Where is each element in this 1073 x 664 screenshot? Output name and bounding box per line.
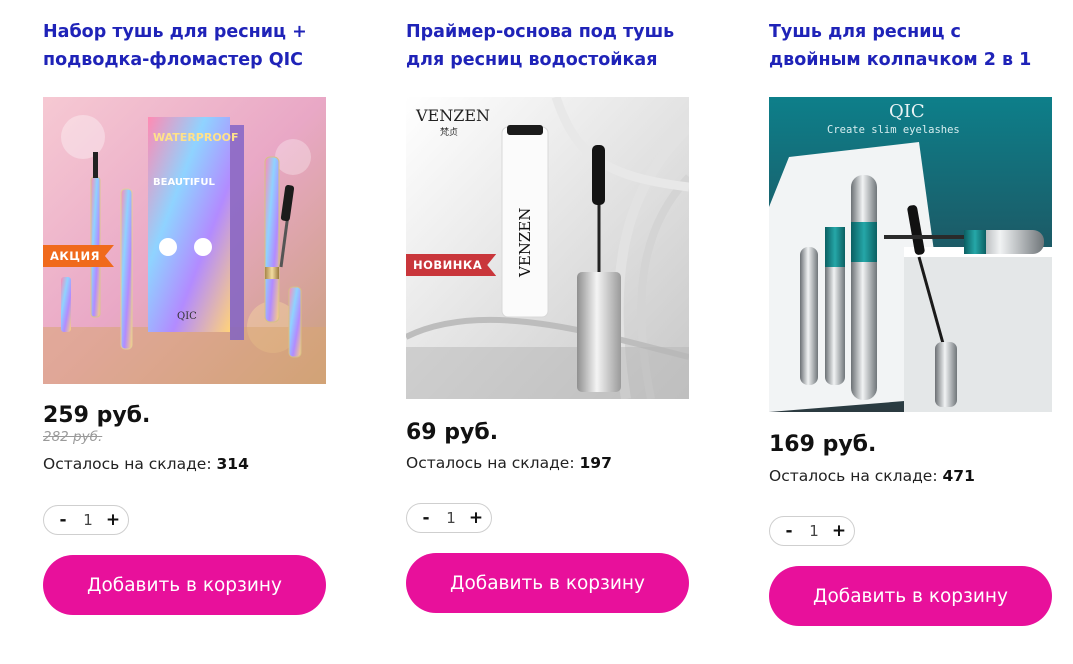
quantity-stepper: - + [769, 516, 855, 546]
stock-value: 471 [942, 467, 975, 485]
product-title[interactable]: Набор тушь для ресниц + подводка-фломаст… [43, 18, 343, 74]
increase-button[interactable]: + [104, 506, 122, 534]
quantity-stepper: - + [43, 505, 129, 535]
box-text: WATERPROOF [153, 131, 239, 144]
price: 69 руб. [406, 420, 499, 445]
svg-text:Create slim eyelashes: Create slim eyelashes [827, 124, 960, 136]
stock-label: Осталось на складе: [43, 455, 212, 473]
price: 169 руб. [769, 432, 877, 457]
quantity-input[interactable] [802, 522, 826, 540]
stock-info: Осталось на складе: 471 [769, 467, 975, 485]
svg-text:BEAUTIFUL: BEAUTIFUL [153, 177, 215, 188]
product-title[interactable]: Тушь для ресниц с двойным колпачком 2 в … [769, 18, 1069, 74]
increase-button[interactable]: + [467, 504, 485, 532]
decrease-button[interactable]: - [417, 504, 435, 532]
svg-text:VENZEN: VENZEN [415, 106, 490, 125]
svg-text:梵贞: 梵贞 [440, 126, 458, 138]
stock-info: Осталось на складе: 197 [406, 454, 612, 472]
stock-label: Осталось на складе: [406, 454, 575, 472]
quantity-input[interactable] [76, 511, 100, 529]
product-title[interactable]: Праймер-основа под тушь для ресниц водос… [406, 18, 706, 74]
product-image[interactable]: VENZEN 梵贞 VENZEN НОВИНКА [406, 97, 689, 399]
product-image[interactable]: QIC Create slim eyelashes [769, 97, 1052, 412]
product-image[interactable]: WATERPROOF BEAUTIFUL QIC АКЦИЯ [43, 97, 326, 384]
stock-info: Осталось на складе: 314 [43, 455, 249, 473]
quantity-input[interactable] [439, 509, 463, 527]
price: 259 руб. [43, 403, 151, 428]
increase-button[interactable]: + [830, 517, 848, 545]
stock-value: 197 [579, 454, 612, 472]
add-to-cart-button[interactable]: Добавить в корзину [769, 566, 1052, 626]
stock-value: 314 [216, 455, 249, 473]
new-badge: НОВИНКА [406, 254, 496, 276]
svg-text:QIC: QIC [177, 311, 197, 322]
svg-text:VENZEN: VENZEN [516, 208, 534, 278]
svg-text:QIC: QIC [889, 101, 925, 122]
quantity-stepper: - + [406, 503, 492, 533]
decrease-button[interactable]: - [780, 517, 798, 545]
add-to-cart-button[interactable]: Добавить в корзину [43, 555, 326, 615]
old-price: 282 руб. [43, 429, 103, 445]
stock-label: Осталось на складе: [769, 467, 938, 485]
sale-badge: АКЦИЯ [43, 245, 114, 267]
add-to-cart-button[interactable]: Добавить в корзину [406, 553, 689, 613]
decrease-button[interactable]: - [54, 506, 72, 534]
